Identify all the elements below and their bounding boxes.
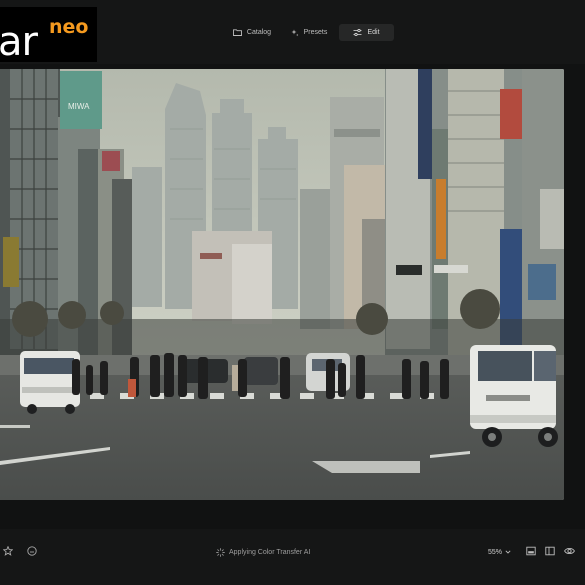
tab-presets-label: Presets: [303, 29, 328, 36]
ai-status: Applying Color Transfer AI: [216, 546, 310, 558]
mode-tabs: Catalog Presets Edit: [0, 24, 585, 41]
sparkle-icon: [291, 29, 299, 36]
miwa-sign-text: MIWA: [68, 102, 90, 111]
tab-catalog-label: Catalog: [246, 29, 272, 36]
sliders-icon: [353, 29, 362, 36]
photo-artwork: MIWA: [0, 69, 564, 500]
tab-presets[interactable]: Presets: [285, 24, 333, 41]
street-crossing-photo[interactable]: MIWA: [0, 69, 564, 500]
zoom-dropdown[interactable]: 55%: [488, 546, 511, 558]
split-view-icon[interactable]: [545, 546, 555, 556]
zoom-value: 55%: [488, 548, 503, 556]
spinner-icon: [216, 547, 225, 557]
star-icon[interactable]: [3, 546, 13, 556]
tab-catalog[interactable]: Catalog: [226, 24, 278, 41]
top-bar: ar neo Catalog Presets Edit: [0, 0, 585, 64]
folder-icon: [232, 29, 242, 36]
ai-status-text: Applying Color Transfer AI: [229, 548, 311, 556]
tab-edit-label: Edit: [367, 29, 380, 36]
smiley-icon[interactable]: [27, 546, 37, 556]
compare-icon[interactable]: [526, 546, 536, 556]
bottom-toolbar: Applying Color Transfer AI 55%: [0, 540, 585, 564]
tab-edit[interactable]: Edit: [339, 24, 394, 41]
chevron-down-icon: [505, 550, 511, 554]
eye-icon[interactable]: [564, 546, 575, 556]
